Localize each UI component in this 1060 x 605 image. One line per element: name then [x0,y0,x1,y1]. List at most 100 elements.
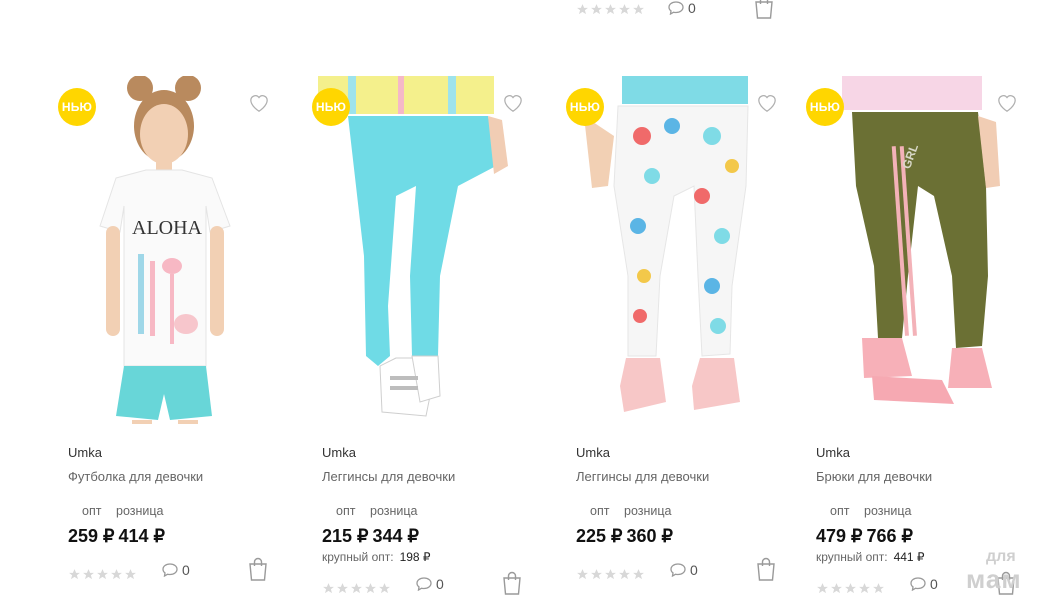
comments-count: 0 [688,0,696,16]
star-icon [605,4,616,15]
leggings-print-illustration [562,76,788,424]
star-icon [619,4,630,15]
rating-stars [576,3,645,16]
leggings-turquoise-illustration [308,76,534,424]
comments-count: 0 [930,576,938,592]
rating-row: 0 [322,571,537,604]
bulk-price: крупный опт: 198 ₽ [322,550,431,564]
product-brand[interactable]: Umka [68,445,102,460]
bulk-price-value: 441 ₽ [893,550,925,564]
rating-row: 0 [576,557,791,590]
product-brand[interactable]: Umka [816,445,850,460]
star-icon [125,569,136,580]
bulk-price-label: крупный опт: [322,550,394,564]
new-badge: НЬЮ [312,88,350,126]
price-opt: 479 ₽ [816,526,863,546]
product-card[interactable]: НЬЮ Umka Леггинсы для девочки опт розниц… [562,76,794,605]
price-label-opt: опт [590,504,610,518]
star-icon [323,583,334,594]
product-photo[interactable]: ALOHA НЬЮ [54,76,280,424]
watermark-line2: мам [966,564,1022,594]
price-label-opt: опт [336,504,356,518]
product-card[interactable]: НЬЮ Umka Леггинсы для девочки опт розниц… [308,76,540,605]
star-icon [337,583,348,594]
price-label-retail: розница [370,504,418,518]
heart-outline-icon[interactable] [996,93,1018,113]
star-icon [379,583,390,594]
price-opt: 215 ₽ [322,526,369,546]
price-label-opt: опт [830,504,850,518]
previous-row-strip: 0 [0,0,1060,30]
star-icon [97,569,108,580]
price-opt: 225 ₽ [576,526,623,546]
tshirt-girl-illustration: ALOHA [54,76,280,424]
shopping-bag-icon[interactable] [500,570,524,596]
new-badge: НЬЮ [806,88,844,126]
rating-stars[interactable] [68,568,137,581]
shopping-bag-icon[interactable] [246,556,270,582]
product-name[interactable]: Брюки для девочки [816,469,932,484]
price-retail: 344 ₽ [372,526,420,546]
bulk-price-value: 198 ₽ [399,550,431,564]
comment-bubble-icon [668,1,684,15]
product-name[interactable]: Леггинсы для девочки [322,469,455,484]
comment-bubble-icon [910,577,926,591]
product-card[interactable]: GRL НЬЮ Umka Брюки для девочки опт розни… [802,76,1034,605]
heart-outline-icon[interactable] [756,93,778,113]
product-photo[interactable]: GRL НЬЮ [802,76,1028,424]
svg-text:ALOHA: ALOHA [132,217,203,239]
comments-link[interactable]: 0 [162,562,190,578]
star-icon [859,583,870,594]
star-icon [633,569,644,580]
price-label-opt: опт [82,504,102,518]
rating-stars[interactable] [576,568,645,581]
heart-outline-icon[interactable] [248,93,270,113]
comments-count: 0 [690,562,698,578]
price-retail: 414 ₽ [118,526,166,546]
price-label-retail: розница [624,504,672,518]
shopping-bag-icon[interactable] [754,556,778,582]
heart-outline-icon[interactable] [502,93,524,113]
star-icon [591,569,602,580]
comments-link[interactable]: 0 [416,576,444,592]
product-photo[interactable]: НЬЮ [308,76,534,424]
star-icon [365,583,376,594]
prices: 479 ₽766 ₽ [816,526,913,547]
bulk-price: крупный опт: 441 ₽ [816,550,925,564]
star-icon [605,569,616,580]
shopping-bag-icon[interactable] [752,0,776,20]
bulk-price-label: крупный опт: [816,550,888,564]
rating-row: 0 [68,557,283,590]
star-icon [83,569,94,580]
price-label-retail: розница [116,504,164,518]
star-icon [845,583,856,594]
star-icon [69,569,80,580]
comments-link[interactable]: 0 [670,562,698,578]
price-label-retail: розница [864,504,912,518]
product-photo[interactable]: НЬЮ [562,76,788,424]
star-icon [111,569,122,580]
price-opt: 259 ₽ [68,526,115,546]
prices: 225 ₽360 ₽ [576,526,673,547]
product-name[interactable]: Леггинсы для девочки [576,469,709,484]
prices: 259 ₽414 ₽ [68,526,165,547]
comments-link[interactable]: 0 [668,0,696,16]
comment-bubble-icon [416,577,432,591]
star-icon [831,583,842,594]
comments-count: 0 [436,576,444,592]
product-card[interactable]: ALOHA НЬЮ Umka Футболка для девочки опт … [54,76,286,605]
comments-count: 0 [182,562,190,578]
new-badge: НЬЮ [566,88,604,126]
new-badge: НЬЮ [58,88,96,126]
product-name[interactable]: Футболка для девочки [68,469,203,484]
star-icon [577,569,588,580]
prices: 215 ₽344 ₽ [322,526,419,547]
rating-stars[interactable] [816,582,885,595]
product-brand[interactable]: Umka [576,445,610,460]
star-icon [351,583,362,594]
rating-stars[interactable] [322,582,391,595]
comments-link[interactable]: 0 [910,576,938,592]
product-brand[interactable]: Umka [322,445,356,460]
joggers-olive-illustration: GRL [802,76,1028,424]
star-icon [577,4,588,15]
